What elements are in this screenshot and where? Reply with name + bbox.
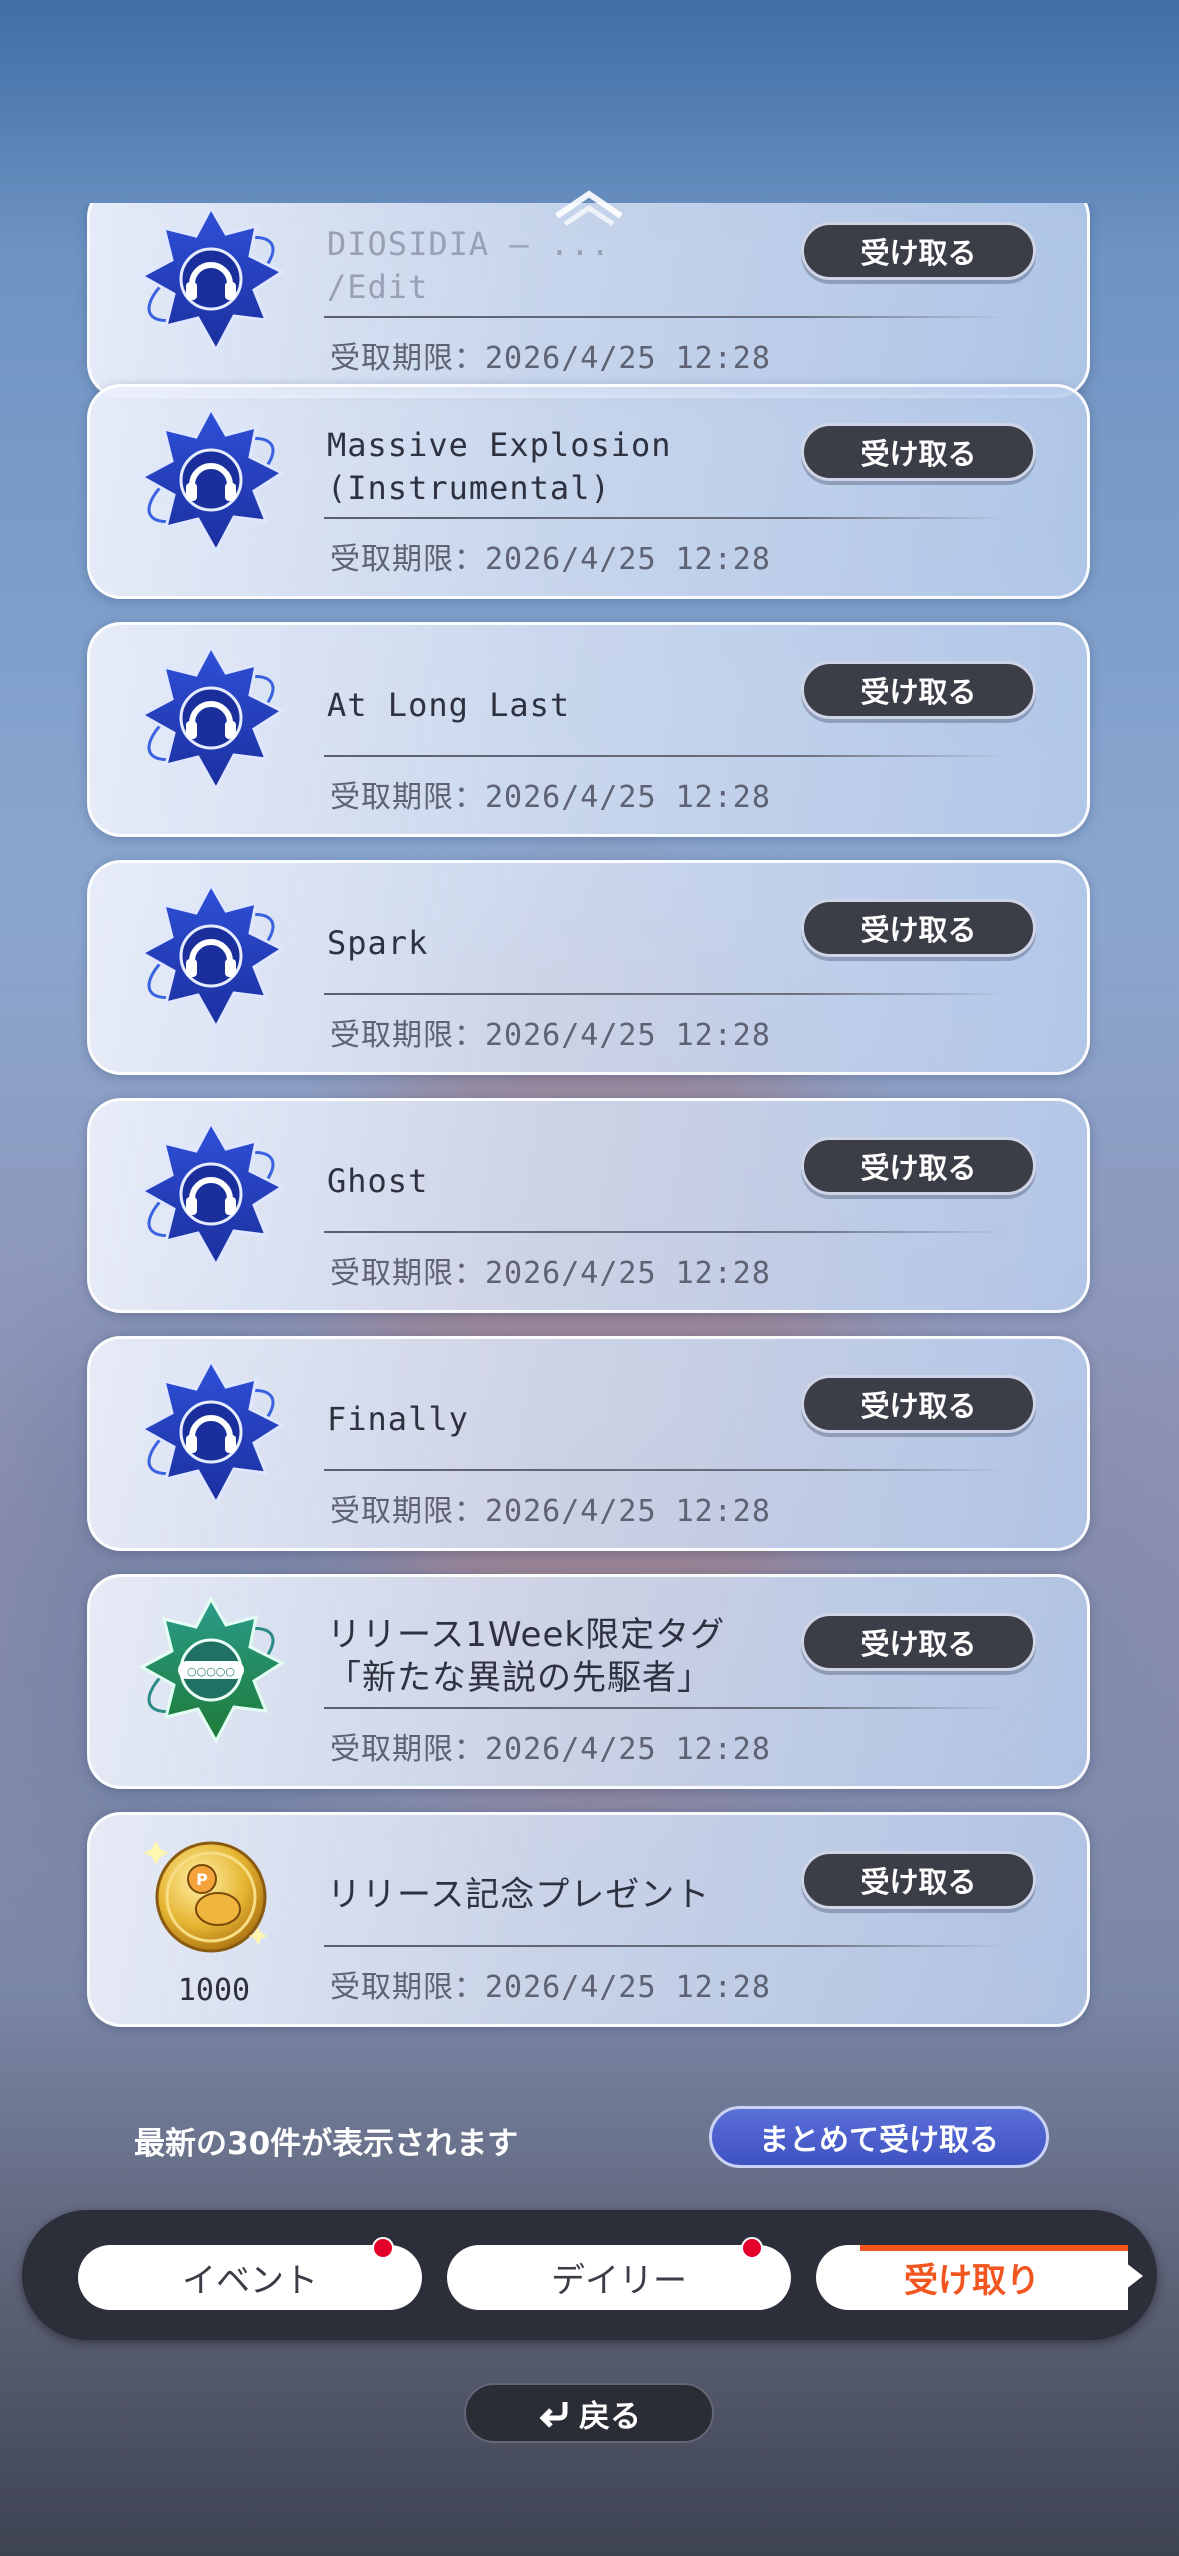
item-title: リリース記念プレゼント: [327, 1874, 711, 1915]
item-title: Massive Explosion (Instrumental): [327, 426, 672, 507]
item-deadline: 受取期限：2026/4/25 12:28: [330, 1732, 771, 1767]
item-deadline: 受取期限：2026/4/25 12:28: [330, 780, 771, 815]
item-deadline: 受取期限：2026/4/25 12:28: [330, 1256, 771, 1291]
music-medal-icon: [136, 643, 286, 793]
tab-label: デイリー: [551, 2261, 687, 2301]
item-title: DIOSIDIA ‒ ... /Edit: [327, 225, 611, 306]
list-item: DIOSIDIA ‒ ... /Edit 受取期限：2026/4/25 12:2…: [87, 203, 1090, 398]
list-item: At Long Last 受取期限：2026/4/25 12:28 受け取る: [87, 622, 1090, 837]
item-deadline: 受取期限：2026/4/25 12:28: [330, 341, 771, 376]
list-item: Finally 受取期限：2026/4/25 12:28 受け取る: [87, 1336, 1090, 1551]
claim-button[interactable]: 受け取る: [801, 1375, 1036, 1433]
music-medal-icon: [136, 1357, 286, 1507]
notification-dot: [741, 2237, 763, 2259]
list-item: Spark 受取期限：2026/4/25 12:28 受け取る: [87, 860, 1090, 1075]
item-title: At Long Last: [327, 685, 571, 724]
divider: [324, 755, 1007, 757]
item-deadline: 受取期限：2026/4/25 12:28: [330, 1018, 771, 1053]
music-medal-icon: [136, 405, 286, 555]
claim-button[interactable]: 受け取る: [801, 1851, 1036, 1909]
chevron-right-icon[interactable]: [1121, 2259, 1143, 2293]
present-list[interactable]: DIOSIDIA ‒ ... /Edit 受取期限：2026/4/25 12:2…: [0, 203, 1179, 2048]
back-label: 戻る: [579, 2398, 641, 2435]
list-item: Ghost 受取期限：2026/4/25 12:28 受け取る: [87, 1098, 1090, 1313]
tab-label: 受け取り: [904, 2261, 1040, 2301]
gold-coin-icon: [136, 1827, 286, 1977]
tag-medal-icon: [136, 1595, 286, 1745]
divider: [324, 1231, 1007, 1233]
claim-button[interactable]: 受け取る: [801, 899, 1036, 957]
tab-bar: イベント デイリー 受け取り: [22, 2210, 1157, 2340]
claim-button[interactable]: 受け取る: [801, 222, 1036, 280]
notification-dot: [372, 2237, 394, 2259]
claim-button[interactable]: 受け取る: [801, 1137, 1036, 1195]
divider: [324, 1469, 1007, 1471]
item-title: Finally: [327, 1399, 469, 1438]
item-count: 1000: [177, 1973, 251, 2008]
claim-button[interactable]: 受け取る: [801, 661, 1036, 719]
music-medal-icon: [136, 204, 286, 354]
item-deadline: 受取期限：2026/4/25 12:28: [330, 542, 771, 577]
list-item: リリース1Week限定タグ 「新たな異説の先駆者」 受取期限：2026/4/25…: [87, 1574, 1090, 1789]
scroll-up-icon[interactable]: [549, 186, 629, 226]
divider: [324, 1707, 1007, 1709]
item-deadline: 受取期限：2026/4/25 12:28: [330, 1494, 771, 1529]
tab-daily[interactable]: デイリー: [447, 2237, 791, 2310]
claim-button[interactable]: 受け取る: [801, 1613, 1036, 1671]
divider: [324, 1945, 1007, 1947]
item-title: Spark: [327, 923, 429, 962]
divider: [324, 993, 1007, 995]
item-deadline: 受取期限：2026/4/25 12:28: [330, 1970, 771, 2005]
footer-note: 最新の30件が表示されます: [134, 2126, 519, 2162]
tab-event[interactable]: イベント: [78, 2237, 422, 2310]
back-button[interactable]: 戻る: [464, 2383, 714, 2443]
return-arrow-icon: [539, 2402, 568, 2428]
bulk-claim-button[interactable]: まとめて受け取る: [709, 2106, 1049, 2168]
list-item: 1000 リリース記念プレゼント 受取期限：2026/4/25 12:28 受け…: [87, 1812, 1090, 2027]
list-item: Massive Explosion (Instrumental) 受取期限：20…: [87, 384, 1090, 599]
divider: [324, 316, 1007, 318]
item-title: リリース1Week限定タグ 「新たな異説の先駆者」: [327, 1615, 726, 1698]
music-medal-icon: [136, 881, 286, 1031]
divider: [324, 517, 1007, 519]
music-medal-icon: [136, 1119, 286, 1269]
tab-label: イベント: [182, 2261, 318, 2301]
item-title: Ghost: [327, 1161, 429, 1200]
tab-receive[interactable]: 受け取り: [816, 2245, 1128, 2310]
claim-button[interactable]: 受け取る: [801, 423, 1036, 481]
